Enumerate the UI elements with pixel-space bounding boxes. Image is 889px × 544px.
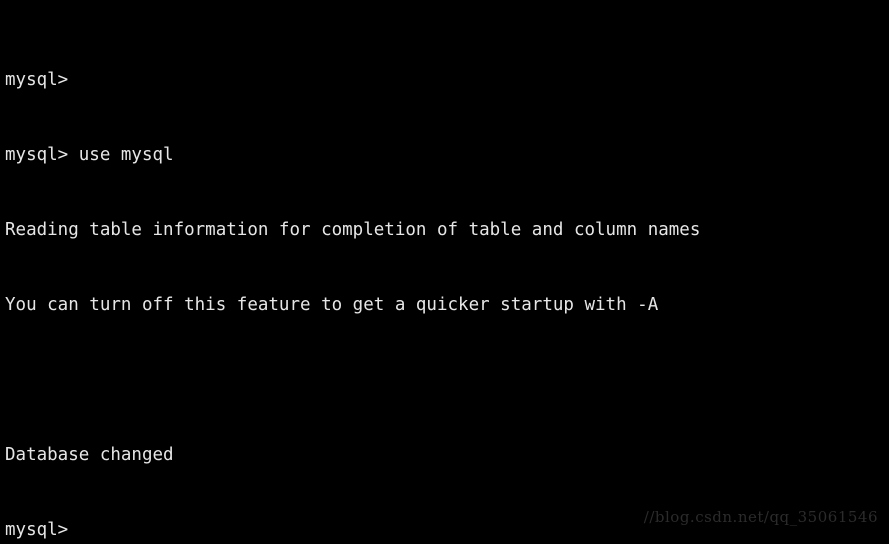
terminal-line-database-changed: Database changed bbox=[5, 445, 174, 465]
terminal-line-reading-table-info: Reading table information for completion… bbox=[5, 220, 701, 240]
terminal-line-prompt: mysql> bbox=[5, 520, 69, 540]
terminal-line: mysql> bbox=[5, 70, 69, 90]
terminal-line-turn-off-feature: You can turn off this feature to get a q… bbox=[5, 295, 659, 315]
watermark-blog-url: //blog.csdn.net/qq_35061546 bbox=[643, 508, 878, 526]
terminal-line-command-use-mysql: mysql> use mysql bbox=[5, 145, 174, 165]
terminal-window[interactable]: mysql> mysql> use mysql Reading table in… bbox=[0, 0, 889, 544]
terminal-screen: mysql> mysql> use mysql Reading table in… bbox=[5, 0, 700, 544]
